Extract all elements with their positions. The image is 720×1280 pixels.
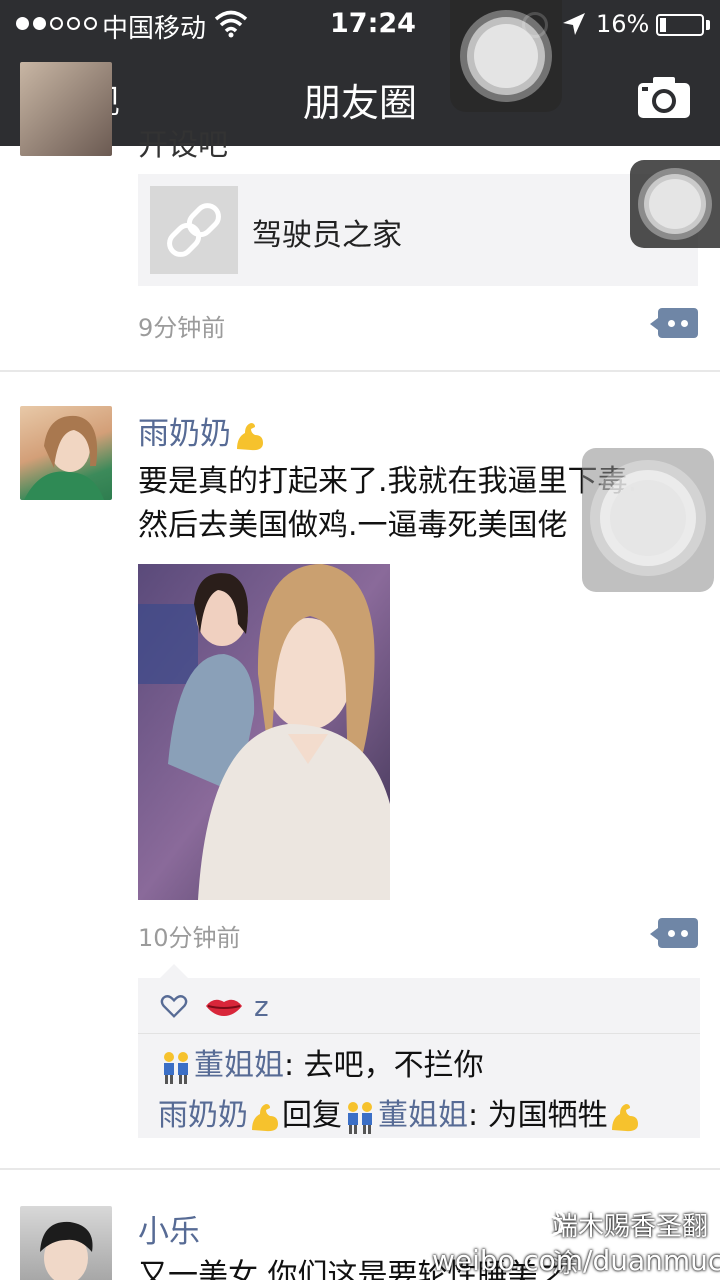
post-text-line-1: 要是真的打起来了.我就在我逼里下毒. (138, 464, 638, 499)
status-bar: 中国移动 17:24 16% (0, 0, 720, 50)
post-photo-image (138, 564, 390, 900)
camera-icon[interactable] (636, 74, 692, 120)
comment-text: 为国牺牲 (487, 1098, 608, 1133)
carrier-name: 中国移动 (102, 14, 207, 44)
comment-sep: : (284, 1048, 304, 1083)
weibo-icon (528, 1210, 566, 1238)
reply-word: 回复 (282, 1098, 342, 1133)
post-time: 10分钟前 (138, 924, 241, 952)
avatar[interactable] (20, 1206, 112, 1280)
avatar-image (24, 415, 104, 500)
link-icon (167, 203, 221, 257)
battery-fill (660, 18, 666, 32)
status-time: 17:24 (330, 8, 416, 39)
comment-text: 去吧，不拦你 (303, 1048, 484, 1083)
like-user[interactable]: z (254, 990, 269, 1023)
lips-icon[interactable] (204, 994, 244, 1018)
avatar[interactable] (20, 62, 112, 156)
comment-button[interactable] (650, 918, 698, 948)
comment-author[interactable]: 雨奶奶 (158, 1098, 248, 1133)
couple-icon (342, 1099, 378, 1135)
heart-outline-icon (160, 995, 188, 1018)
comment-author[interactable]: 董姐姐 (194, 1048, 284, 1083)
wifi-icon (214, 10, 248, 38)
assistive-touch-button[interactable] (450, 0, 562, 112)
likes-row: z (138, 978, 700, 1034)
flexed-biceps-icon (608, 1100, 642, 1134)
comment-sep: : (468, 1098, 488, 1133)
comment-1[interactable]: 董姐姐: 去吧，不拦你 (158, 1040, 484, 1085)
avatar-image (40, 1221, 93, 1280)
interactions-panel: z 董姐姐: 去吧，不拦你 雨奶奶 回复 董姐姐: 为国牺牲 (138, 978, 700, 1138)
battery-percent: 16% (596, 10, 650, 38)
post-text-line-2: 然后去美国做鸡.一逼毒死美国佬 (138, 508, 568, 543)
assistive-touch-button[interactable] (630, 160, 720, 248)
link-thumbnail (150, 186, 238, 274)
author-name[interactable]: 雨奶奶 (138, 408, 267, 453)
interactions-caret (160, 964, 188, 978)
battery-tip (706, 20, 710, 30)
battery-icon (656, 14, 704, 36)
post-text-partial: 开设吧 (138, 128, 228, 163)
link-title: 驾驶员之家 (252, 218, 402, 253)
author-name-text: 雨奶奶 (138, 416, 231, 452)
comment-2[interactable]: 雨奶奶 回复 董姐姐: 为国牺牲 (158, 1090, 642, 1135)
assistive-touch-button[interactable] (582, 448, 714, 592)
flexed-biceps-icon (248, 1100, 282, 1134)
author-name[interactable]: 小乐 (138, 1206, 200, 1251)
comment-button[interactable] (650, 308, 698, 338)
post-1: 开设吧 驾驶员之家 9分钟前 (0, 62, 720, 372)
post-photo[interactable] (138, 564, 390, 900)
post-time: 9分钟前 (138, 314, 226, 342)
flexed-biceps-icon (233, 419, 267, 453)
couple-icon (158, 1049, 194, 1085)
link-card[interactable]: 驾驶员之家 (138, 174, 698, 286)
watermark-url: weibo.com/duanmucixiang (432, 1244, 720, 1277)
avatar[interactable] (20, 406, 112, 500)
signal-strength-icon (16, 17, 97, 30)
reply-target[interactable]: 董姐姐 (378, 1098, 468, 1133)
location-arrow-icon (563, 13, 585, 35)
moments-screen: 中国移动 17:24 16% 发现 朋友圈 (0, 0, 720, 1280)
